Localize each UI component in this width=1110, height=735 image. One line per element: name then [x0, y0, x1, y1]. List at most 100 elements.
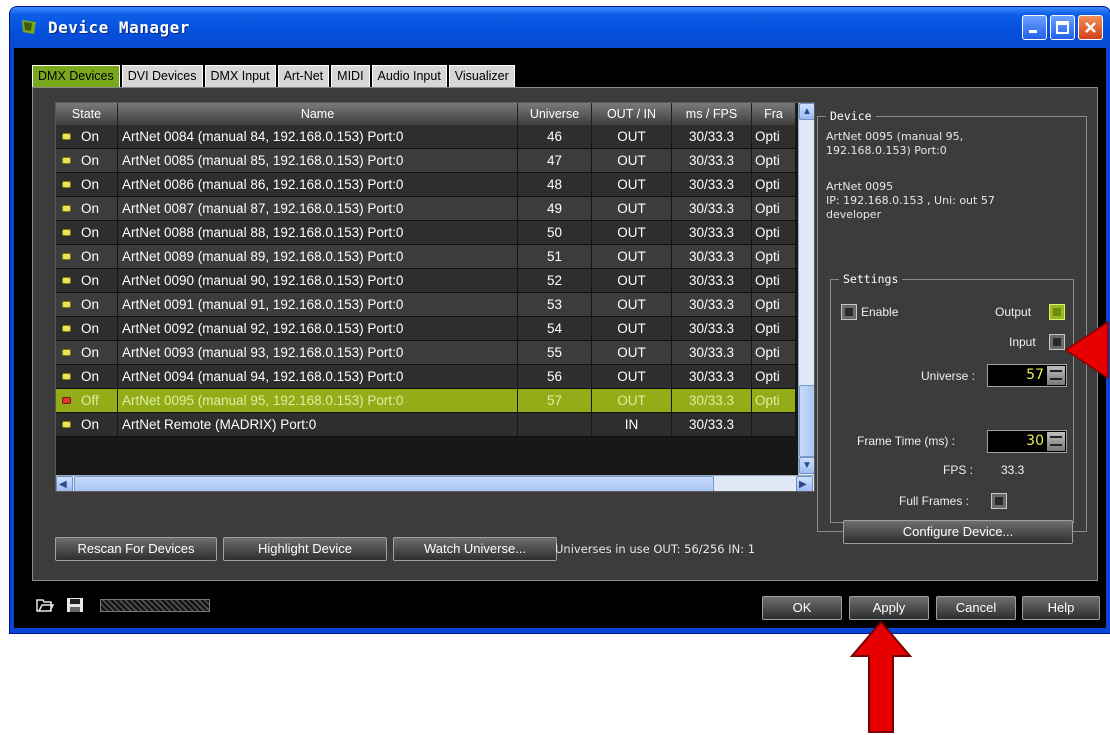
- out-in-cell[interactable]: OUT: [592, 365, 672, 388]
- table-row[interactable]: On ArtNet 0084 (manual 84, 192.168.0.153)…: [56, 125, 796, 149]
- frame-cell[interactable]: [752, 413, 796, 436]
- frame-cell[interactable]: Opti: [752, 173, 796, 196]
- out-in-cell[interactable]: OUT: [592, 341, 672, 364]
- name-cell[interactable]: ArtNet 0095 (manual 95, 192.168.0.153) P…: [118, 389, 518, 412]
- rescan-for-devices-button[interactable]: Rescan For Devices: [55, 537, 217, 561]
- universe-cell[interactable]: 57: [518, 389, 592, 412]
- ms-fps-cell[interactable]: 30/33.3: [672, 317, 752, 340]
- scroll-down-button[interactable]: ▼: [799, 457, 814, 474]
- name-cell[interactable]: ArtNet 0094 (manual 94, 192.168.0.153) P…: [118, 365, 518, 388]
- open-folder-icon[interactable]: [36, 597, 54, 613]
- title-bar[interactable]: Device Manager: [10, 7, 1110, 48]
- full-frames-checkbox[interactable]: [991, 493, 1007, 509]
- highlight-device-button[interactable]: Highlight Device: [223, 537, 387, 561]
- out-in-cell[interactable]: OUT: [592, 389, 672, 412]
- state-cell[interactable]: On: [56, 341, 118, 364]
- out-in-cell[interactable]: OUT: [592, 197, 672, 220]
- out-in-cell[interactable]: IN: [592, 413, 672, 436]
- universe-cell[interactable]: 52: [518, 269, 592, 292]
- frame-time-spinner[interactable]: 30: [987, 430, 1067, 453]
- universe-cell[interactable]: 50: [518, 221, 592, 244]
- vertical-scroll-thumb[interactable]: [799, 385, 814, 457]
- ok-button[interactable]: OK: [762, 596, 842, 620]
- frame-cell[interactable]: Opti: [752, 365, 796, 388]
- maximize-button[interactable]: [1050, 15, 1075, 40]
- state-cell[interactable]: On: [56, 269, 118, 292]
- frame-cell[interactable]: Opti: [752, 149, 796, 172]
- table-row[interactable]: On ArtNet 0093 (manual 93, 192.168.0.153)…: [56, 341, 796, 365]
- state-cell[interactable]: On: [56, 173, 118, 196]
- table-row[interactable]: On ArtNet 0086 (manual 86, 192.168.0.153)…: [56, 173, 796, 197]
- name-cell[interactable]: ArtNet 0084 (manual 84, 192.168.0.153) P…: [118, 125, 518, 148]
- ms-fps-cell[interactable]: 30/33.3: [672, 389, 752, 412]
- universe-cell[interactable]: 54: [518, 317, 592, 340]
- ms-fps-cell[interactable]: 30/33.3: [672, 245, 752, 268]
- cancel-button[interactable]: Cancel: [936, 596, 1016, 620]
- output-checkbox[interactable]: [1049, 304, 1065, 320]
- state-cell[interactable]: Off: [56, 389, 118, 412]
- name-cell[interactable]: ArtNet 0089 (manual 89, 192.168.0.153) P…: [118, 245, 518, 268]
- minimize-button[interactable]: [1022, 15, 1047, 40]
- universe-cell[interactable]: 46: [518, 125, 592, 148]
- scroll-right-button[interactable]: ▶: [796, 476, 813, 491]
- name-cell[interactable]: ArtNet 0092 (manual 92, 192.168.0.153) P…: [118, 317, 518, 340]
- ms-fps-cell[interactable]: 30/33.3: [672, 293, 752, 316]
- out-in-cell[interactable]: OUT: [592, 125, 672, 148]
- out-in-cell[interactable]: OUT: [592, 293, 672, 316]
- table-row[interactable]: On ArtNet 0092 (manual 92, 192.168.0.153)…: [56, 317, 796, 341]
- ms-fps-cell[interactable]: 30/33.3: [672, 341, 752, 364]
- frame-cell[interactable]: Opti: [752, 341, 796, 364]
- table-row[interactable]: On ArtNet 0085 (manual 85, 192.168.0.153)…: [56, 149, 796, 173]
- universe-value[interactable]: 57: [1026, 367, 1044, 383]
- ms-fps-cell[interactable]: 30/33.3: [672, 269, 752, 292]
- state-cell[interactable]: On: [56, 221, 118, 244]
- ms-fps-cell[interactable]: 30/33.3: [672, 125, 752, 148]
- out-in-cell[interactable]: OUT: [592, 317, 672, 340]
- name-cell[interactable]: ArtNet 0088 (manual 88, 192.168.0.153) P…: [118, 221, 518, 244]
- table-row[interactable]: On ArtNet 0091 (manual 91, 192.168.0.153)…: [56, 293, 796, 317]
- out-in-cell[interactable]: OUT: [592, 245, 672, 268]
- universe-cell[interactable]: 56: [518, 365, 592, 388]
- state-cell[interactable]: On: [56, 125, 118, 148]
- table-row[interactable]: Off ArtNet 0095 (manual 95, 192.168.0.153…: [56, 389, 796, 413]
- scroll-left-button[interactable]: ◀: [56, 476, 73, 491]
- tab-dmx-devices[interactable]: DMX Devices: [32, 65, 120, 87]
- frame-cell[interactable]: Opti: [752, 221, 796, 244]
- help-button[interactable]: Help: [1022, 596, 1100, 620]
- table-row[interactable]: On ArtNet 0089 (manual 89, 192.168.0.153)…: [56, 245, 796, 269]
- tab-audio-input[interactable]: Audio Input: [371, 65, 447, 87]
- ms-fps-cell[interactable]: 30/33.3: [672, 413, 752, 436]
- frame-cell[interactable]: Opti: [752, 197, 796, 220]
- name-cell[interactable]: ArtNet 0093 (manual 93, 192.168.0.153) P…: [118, 341, 518, 364]
- universe-cell[interactable]: 48: [518, 173, 592, 196]
- out-in-cell[interactable]: OUT: [592, 269, 672, 292]
- table-row[interactable]: On ArtNet 0088 (manual 88, 192.168.0.153)…: [56, 221, 796, 245]
- frame-cell[interactable]: Opti: [752, 269, 796, 292]
- column-header-name[interactable]: Name: [118, 103, 518, 125]
- universe-cell[interactable]: 49: [518, 197, 592, 220]
- state-cell[interactable]: On: [56, 293, 118, 316]
- close-button[interactable]: [1078, 15, 1103, 40]
- ms-fps-cell[interactable]: 30/33.3: [672, 197, 752, 220]
- universe-cell[interactable]: [518, 413, 592, 436]
- state-cell[interactable]: On: [56, 365, 118, 388]
- out-in-cell[interactable]: OUT: [592, 149, 672, 172]
- state-cell[interactable]: On: [56, 317, 118, 340]
- universe-spinner[interactable]: 57: [987, 364, 1067, 387]
- configure-device-button[interactable]: Configure Device...: [843, 520, 1073, 544]
- frame-cell[interactable]: Opti: [752, 389, 796, 412]
- frame-cell[interactable]: Opti: [752, 125, 796, 148]
- tab-art-net[interactable]: Art-Net: [277, 65, 330, 87]
- tab-visualizer[interactable]: Visualizer: [448, 65, 515, 87]
- name-cell[interactable]: ArtNet 0085 (manual 85, 192.168.0.153) P…: [118, 149, 518, 172]
- scroll-up-button[interactable]: ▲: [799, 103, 814, 120]
- tab-midi[interactable]: MIDI: [331, 65, 370, 87]
- name-cell[interactable]: ArtNet 0091 (manual 91, 192.168.0.153) P…: [118, 293, 518, 316]
- table-row[interactable]: On ArtNet 0094 (manual 94, 192.168.0.153)…: [56, 365, 796, 389]
- watch-universe-button[interactable]: Watch Universe...: [393, 537, 557, 561]
- frame-time-value[interactable]: 30: [1026, 433, 1044, 449]
- state-cell[interactable]: On: [56, 413, 118, 436]
- tab-dmx-input[interactable]: DMX Input: [204, 65, 276, 87]
- universe-cell[interactable]: 51: [518, 245, 592, 268]
- horizontal-scrollbar[interactable]: ◀ ▶: [56, 475, 814, 491]
